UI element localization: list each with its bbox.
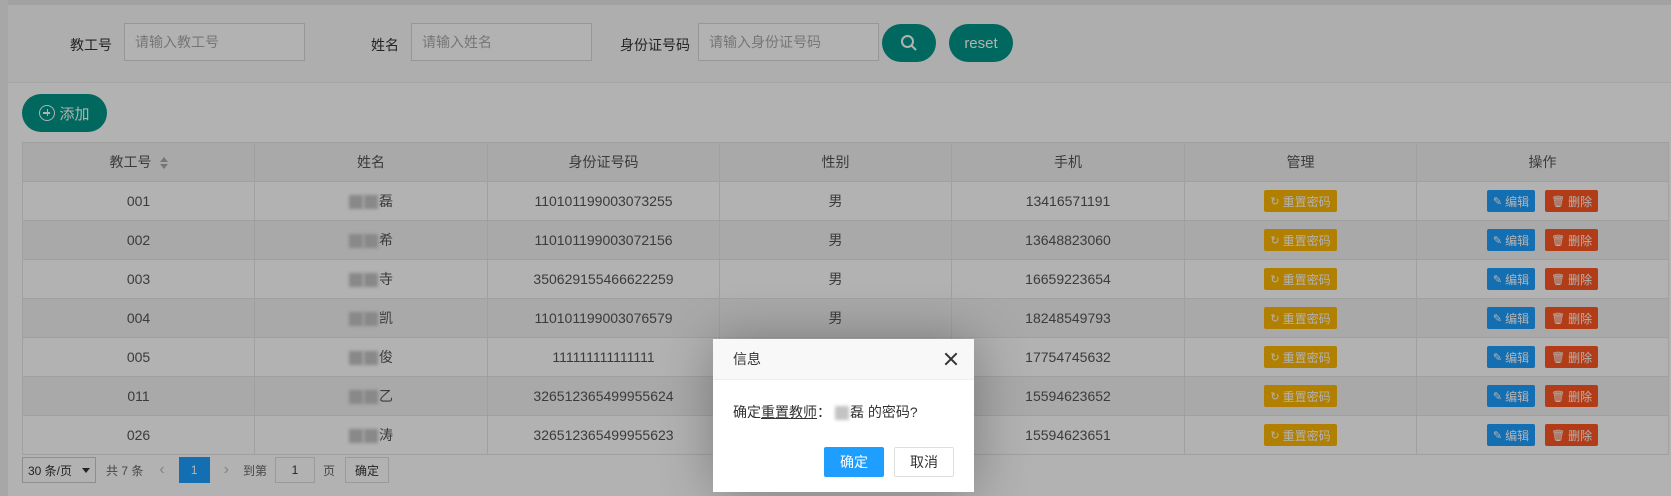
- close-icon[interactable]: [944, 352, 958, 366]
- dialog-message: 确定重置教师：磊 的密码?: [733, 404, 918, 421]
- redacted-name: [835, 406, 849, 421]
- dialog-cancel-button[interactable]: 取消: [894, 447, 954, 477]
- dialog-title: 信息: [713, 339, 974, 380]
- dialog-ok-button[interactable]: 确定: [824, 447, 884, 477]
- confirm-dialog: 信息 确定重置教师：磊 的密码? 确定 取消: [713, 339, 974, 492]
- dialog-message-link: 重置教师: [761, 404, 817, 420]
